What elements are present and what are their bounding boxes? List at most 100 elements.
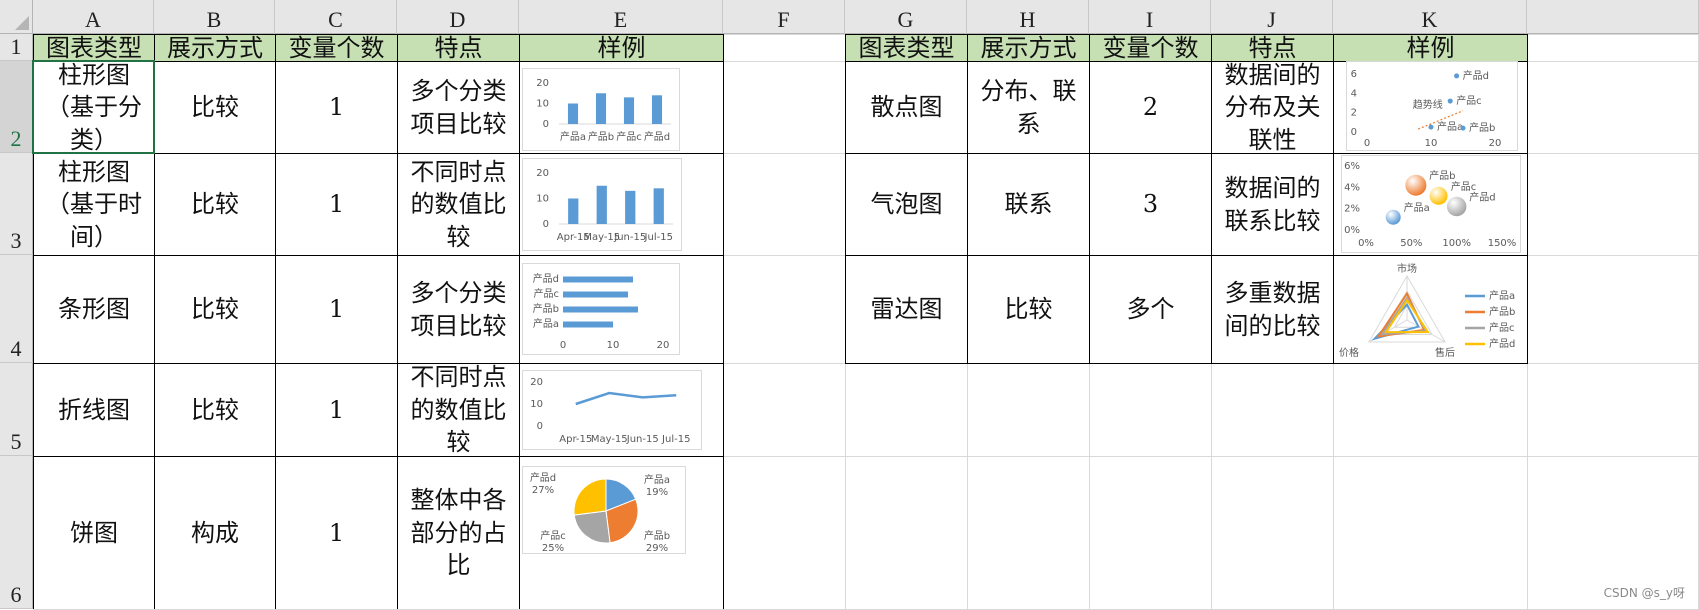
cell-C5[interactable]: 1 [276, 364, 397, 456]
table-border [1527, 34, 1528, 363]
header-cell-G[interactable]: 图表类型 [846, 34, 967, 62]
column-header-blank [1527, 0, 1699, 34]
cell-G4[interactable]: 雷达图 [846, 256, 967, 363]
select-all-corner[interactable] [0, 0, 33, 34]
cell-I3[interactable]: 3 [1090, 154, 1211, 255]
x-tick-label: 产品a [560, 130, 586, 143]
column-header-G[interactable]: G [845, 0, 967, 34]
cell-text: 3 [1142, 190, 1159, 219]
column-header-C[interactable]: C [275, 0, 397, 34]
cell-D6[interactable]: 整体中各部分的占比 [398, 457, 519, 609]
row-header-2[interactable]: 2 [0, 61, 33, 153]
watermark-text: CSDN @s_y呀 [1603, 586, 1685, 600]
slice-percent: 19% [646, 487, 668, 498]
chart-bubble-relation[interactable]: 0% 2% 4% 6% 0% 50% 100% 150% 产品a 产品b 产品c 产品d [1341, 155, 1521, 253]
header-cell-I[interactable]: 变量个数 [1090, 34, 1211, 62]
column-header-K[interactable]: K [1333, 0, 1527, 34]
cell-B3[interactable]: 比较 [155, 154, 275, 255]
bar [625, 190, 636, 224]
header-cell-E[interactable]: 样例 [520, 34, 723, 62]
cell-A5[interactable]: 折线图 [34, 364, 154, 456]
header-cell-D[interactable]: 特点 [398, 34, 519, 62]
cell-text: 条形图 [58, 295, 130, 324]
cell-D4[interactable]: 多个分类项目比较 [398, 256, 519, 363]
x-tick-label: Jul-15 [661, 434, 690, 445]
table-border [845, 363, 1528, 364]
cell-B6[interactable]: 构成 [155, 457, 275, 609]
row-number: 6 [10, 582, 22, 607]
column-header-H[interactable]: H [967, 0, 1089, 34]
row-header-5[interactable]: 5 [0, 363, 33, 456]
header-cell-C[interactable]: 变量个数 [276, 34, 397, 62]
y-tick-label: 20 [536, 78, 549, 89]
column-header-F[interactable]: F [723, 0, 845, 34]
point-label: 产品c [1456, 94, 1482, 107]
cell-text: 样例 [1406, 33, 1455, 62]
cell-text: 分布、联系 [980, 77, 1077, 138]
chart-line-by-time[interactable]: 0 10 20 Apr-15 May-15 Jun-15 Jul-15 [522, 370, 702, 450]
point-label: 产品d [1463, 69, 1489, 82]
cell-I2[interactable]: 2 [1090, 62, 1211, 153]
cell-D2[interactable]: 多个分类项目比较 [398, 62, 519, 153]
header-cell-A[interactable]: 图表类型 [34, 34, 154, 62]
cell-B2[interactable]: 比较 [155, 62, 275, 153]
header-cell-K[interactable]: 样例 [1334, 33, 1527, 62]
spreadsheet[interactable]: A B C D E F G H I J K 1 2 3 4 5 6 图表类型 展示方式 变量个数 特点 样例 柱形图（基于分… [0, 0, 1699, 610]
cell-A2[interactable]: 柱形图（基于分类） [34, 61, 154, 154]
cell-H2[interactable]: 分布、联系 [968, 62, 1089, 153]
header-cell-H[interactable]: 展示方式 [968, 34, 1089, 62]
cell-C4[interactable]: 1 [276, 256, 397, 363]
y-tick-label: 10 [536, 194, 549, 205]
row-header-1[interactable]: 1 [0, 34, 33, 61]
cell-H3[interactable]: 联系 [968, 154, 1089, 255]
cell-D5[interactable]: 不同时点的数值比较 [398, 363, 519, 456]
table-border [33, 34, 34, 609]
x-tick-label: 0 [560, 340, 566, 351]
column-header-D[interactable]: D [397, 0, 519, 34]
cell-text: 1 [328, 190, 345, 219]
chart-scatter-distribution[interactable]: 0 2 4 6 0 10 20 趋势线 产品a 产品b 产品c 产品d [1346, 61, 1518, 151]
cell-text: 柱形图（基于时间） [46, 157, 142, 251]
cell-A3[interactable]: 柱形图（基于时间） [34, 154, 154, 255]
cell-J4[interactable]: 多重数据间的比较 [1212, 256, 1333, 363]
x-tick-label: May-15 [591, 434, 628, 445]
cell-G2[interactable]: 散点图 [846, 62, 967, 153]
chart-bar-horizontal[interactable]: 产品a 产品b 产品c 产品d 0 10 20 [522, 263, 680, 355]
column-header-J[interactable]: J [1211, 0, 1333, 34]
cell-I4[interactable]: 多个 [1090, 256, 1211, 363]
column-header-I[interactable]: I [1089, 0, 1211, 34]
header-cell-B[interactable]: 展示方式 [155, 34, 275, 62]
bubble [1429, 186, 1448, 205]
column-header-B[interactable]: B [154, 0, 275, 34]
table-border [845, 153, 1528, 154]
cell-A6[interactable]: 饼图 [34, 457, 154, 609]
cell-G3[interactable]: 气泡图 [846, 154, 967, 255]
cell-H4[interactable]: 比较 [968, 256, 1089, 363]
table-border [33, 456, 724, 457]
chart-column-by-category[interactable]: 0 10 20 产品a 产品b 产品c 产品d [522, 68, 680, 151]
cell-D3[interactable]: 不同时点的数值比较 [398, 154, 519, 255]
cell-C2[interactable]: 1 [276, 62, 397, 153]
header-cell-J[interactable]: 特点 [1212, 34, 1333, 62]
column-header-E[interactable]: E [519, 0, 723, 34]
row-header-4[interactable]: 4 [0, 255, 33, 363]
cell-C6[interactable]: 1 [276, 457, 397, 609]
cell-C3[interactable]: 1 [276, 154, 397, 255]
cell-B5[interactable]: 比较 [155, 364, 275, 456]
x-tick-label: Apr-15 [559, 434, 592, 445]
chart-radar-compare[interactable]: 市场 价格 售后 产品a 产品b 产品c 产品d [1337, 262, 1525, 360]
cell-B4[interactable]: 比较 [155, 256, 275, 363]
table-border [33, 363, 724, 364]
x-tick-label: Jun-15 [613, 232, 646, 243]
row-header-6[interactable]: 6 [0, 456, 33, 609]
chart-column-by-time[interactable]: 0 10 20 Apr-15 May-15 Jun-15 Jul-15 [522, 158, 682, 251]
cell-text: 多个分类项目比较 [410, 279, 507, 340]
column-header-A[interactable]: A [33, 0, 154, 34]
cell-J3[interactable]: 数据间的联系比较 [1212, 154, 1333, 255]
chart-pie-composition[interactable]: 产品a 19% 产品b 29% 产品c 25% 产品d 27% [522, 466, 686, 554]
row-header-3[interactable]: 3 [0, 153, 33, 255]
table-border [1211, 34, 1212, 363]
cell-A4[interactable]: 条形图 [34, 256, 154, 363]
bubble [1385, 209, 1401, 225]
cell-J2[interactable]: 数据间的分布及关联性 [1212, 61, 1333, 154]
